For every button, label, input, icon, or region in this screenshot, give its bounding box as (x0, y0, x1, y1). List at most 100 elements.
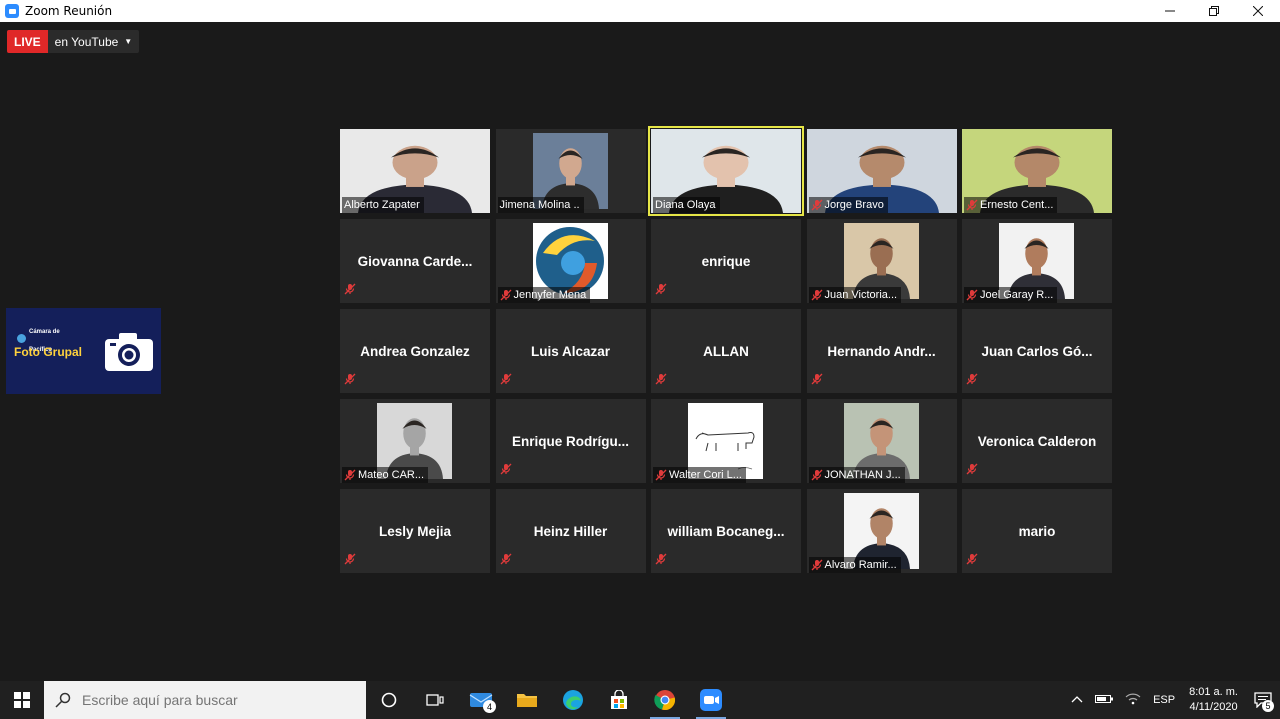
participant-tile[interactable]: Alberto Zapater (340, 129, 490, 213)
task-view-button[interactable] (412, 681, 458, 719)
taskbar-search-box[interactable] (44, 681, 366, 719)
camera-icon (105, 333, 153, 371)
participant-tile[interactable]: Veronica Calderon (962, 399, 1112, 483)
mute-indicator (655, 372, 667, 390)
live-stream-indicator[interactable]: LIVE en YouTube ▼ (7, 30, 140, 53)
mute-indicator (966, 372, 978, 390)
participant-nametag: Diana Olaya (653, 197, 720, 213)
windows-start-button[interactable] (0, 681, 44, 719)
taskbar-clock[interactable]: 8:01 a. m. 4/11/2020 (1181, 685, 1246, 715)
participant-name: ALLAN (703, 343, 749, 359)
participant-tile[interactable]: Joel Garay R... (962, 219, 1112, 303)
participant-tile[interactable]: Jorge Bravo (806, 129, 957, 213)
live-destination[interactable]: en YouTube ▼ (47, 30, 140, 53)
participant-nametag: Walter Cori L... (653, 467, 746, 483)
cortana-icon (381, 692, 397, 708)
chevron-up-icon[interactable] (1065, 694, 1089, 706)
muted-mic-icon (811, 289, 822, 301)
live-badge: LIVE (7, 30, 48, 53)
foto-grupal-tile[interactable]: Cámara de Pacífico Foto Grupal (6, 308, 161, 394)
participant-nametag: Jimena Molina .. (497, 197, 584, 213)
close-button[interactable] (1236, 0, 1280, 22)
participant-tile[interactable]: Andrea Gonzalez (340, 309, 490, 393)
participant-tile[interactable]: william Bocaneg... (651, 489, 801, 573)
muted-mic-icon (500, 289, 511, 301)
edge-browser-button[interactable] (550, 681, 596, 719)
participant-tile[interactable]: Alvaro Ramir... (806, 489, 957, 573)
muted-mic-icon (811, 199, 822, 211)
restore-button[interactable] (1192, 0, 1236, 22)
participant-tile[interactable]: Hernando Andr... (806, 309, 957, 393)
mute-indicator (500, 462, 512, 480)
participant-name: Juan Victoria... (824, 289, 898, 301)
participant-tile[interactable]: Juan Victoria... (806, 219, 957, 303)
participant-nametag: Joel Garay R... (964, 287, 1058, 303)
participant-name: Walter Cori L... (669, 469, 742, 481)
battery-icon[interactable] (1089, 694, 1119, 707)
muted-mic-icon (500, 553, 511, 565)
task-view-icon (426, 694, 444, 706)
window-title: Zoom Reunión (25, 4, 113, 18)
action-center-button[interactable]: 5 (1246, 681, 1280, 719)
store-button[interactable] (596, 681, 642, 719)
taskbar-search-input[interactable] (82, 692, 352, 708)
file-explorer-button[interactable] (504, 681, 550, 719)
foto-grupal-label: Foto Grupal (14, 345, 82, 359)
participant-tile[interactable]: Diana Olaya (648, 126, 804, 216)
participant-nametag: Ernesto Cent... (964, 197, 1058, 213)
participant-tile[interactable]: Luis Alcazar (495, 309, 646, 393)
windows-logo-icon (14, 692, 30, 708)
edge-icon (563, 690, 583, 710)
participant-nametag: Mateo CAR... (342, 467, 429, 483)
participant-nametag: Jorge Bravo (808, 197, 888, 213)
participant-name: Giovanna Carde... (357, 253, 473, 269)
participant-tile[interactable]: ALLAN (651, 309, 801, 393)
participant-tile[interactable]: JONATHAN J... (806, 399, 957, 483)
participant-tile[interactable]: mario (962, 489, 1112, 573)
mail-unread-badge: 4 (483, 700, 496, 713)
participant-name: Andrea Gonzalez (360, 343, 470, 359)
windows-taskbar: 4 ESP 8:01 a. m. 4/11/2020 5 (0, 681, 1280, 719)
participant-name: Enrique Rodrígu... (512, 433, 629, 449)
muted-mic-icon (966, 463, 978, 475)
participant-tile[interactable]: Heinz Hiller (495, 489, 646, 573)
participant-nametag: Jennyfer Mena (497, 287, 591, 303)
muted-mic-icon (966, 199, 978, 211)
participant-name: Heinz Hiller (533, 523, 608, 539)
participant-tile[interactable]: Juan Carlos Gó... (962, 309, 1112, 393)
muted-mic-icon (655, 469, 667, 481)
minimize-button[interactable] (1148, 0, 1192, 22)
participant-tile[interactable]: Ernesto Cent... (962, 129, 1112, 213)
mute-indicator (655, 282, 667, 300)
participant-name: Mateo CAR... (358, 469, 425, 481)
participant-name: JONATHAN J... (824, 469, 901, 481)
store-bag-icon (611, 690, 627, 709)
wifi-icon[interactable] (1119, 693, 1147, 708)
chrome-browser-button[interactable] (642, 681, 688, 719)
language-indicator[interactable]: ESP (1147, 694, 1181, 706)
zoom-app-button[interactable] (688, 681, 734, 719)
chrome-icon (654, 690, 676, 710)
clock-time: 8:01 a. m. (1189, 686, 1238, 698)
mail-app-button[interactable]: 4 (458, 681, 504, 719)
participant-tile[interactable]: Jennyfer Mena (495, 219, 646, 303)
zoom-icon (700, 689, 722, 711)
participant-name: Jorge Bravo (824, 199, 884, 211)
participant-tile[interactable]: Jimena Molina .. (495, 129, 646, 213)
participant-tile[interactable]: enrique (651, 219, 801, 303)
search-icon (44, 692, 82, 708)
muted-mic-icon (811, 469, 822, 481)
muted-mic-icon (344, 553, 356, 565)
cortana-button[interactable] (366, 681, 412, 719)
participant-nametag: JONATHAN J... (808, 467, 905, 483)
mute-indicator (655, 552, 667, 570)
muted-mic-icon (966, 289, 978, 301)
window-titlebar: Zoom Reunión (0, 0, 1280, 22)
participant-tile[interactable]: Giovanna Carde... (340, 219, 490, 303)
participant-name: mario (1018, 523, 1056, 539)
participant-tile[interactable]: Lesly Mejia (340, 489, 490, 573)
participant-tile[interactable]: Enrique Rodrígu... (495, 399, 646, 483)
participant-tile[interactable]: Mateo CAR... (340, 399, 490, 483)
participant-name: Juan Carlos Gó... (981, 343, 1093, 359)
participant-tile[interactable]: Walter Cori L... (651, 399, 801, 483)
